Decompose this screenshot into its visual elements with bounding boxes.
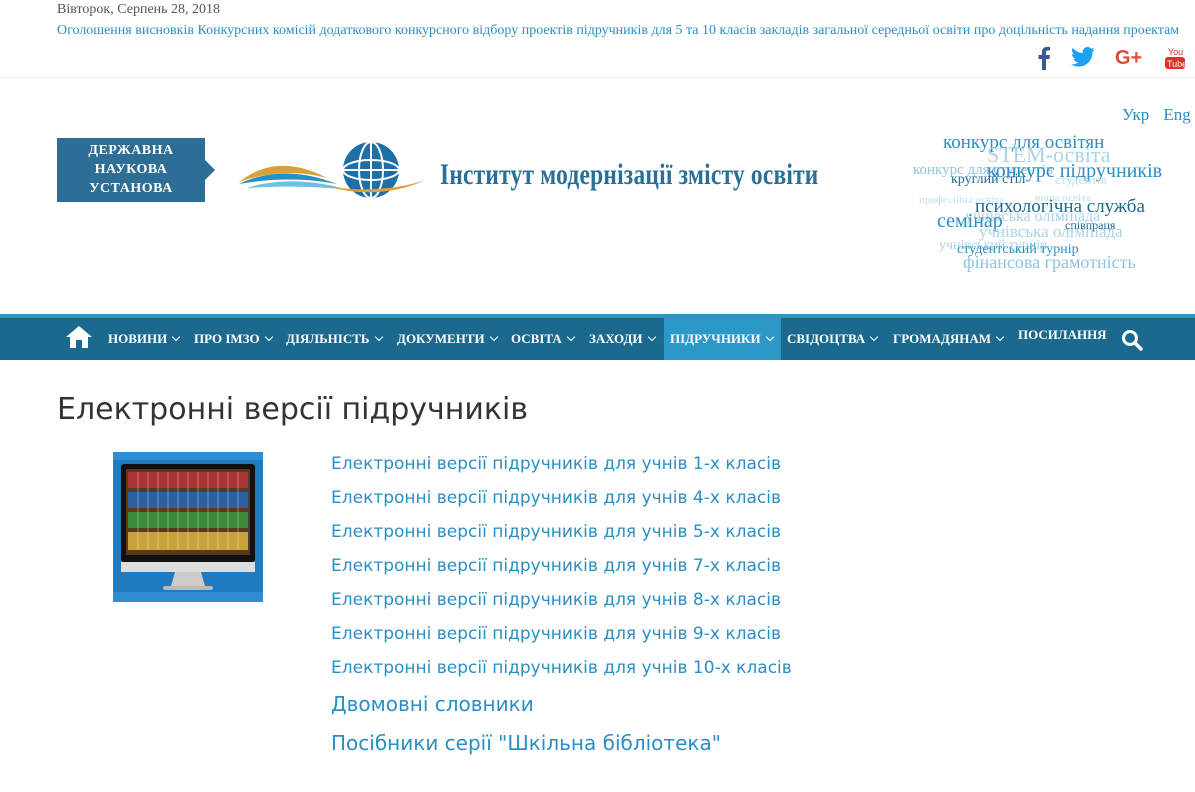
chevron-down-icon bbox=[171, 332, 181, 342]
tag-link[interactable]: круглий стіл bbox=[951, 172, 1025, 188]
site-title[interactable]: Інститут модернізації змісту освіти bbox=[440, 158, 819, 192]
twitter-icon[interactable] bbox=[1071, 46, 1095, 70]
search-icon[interactable] bbox=[1121, 329, 1143, 351]
link-school-library[interactable]: Посібники серії "Шкільна бібліотека" bbox=[331, 728, 792, 767]
institute-logo[interactable] bbox=[237, 140, 427, 200]
chevron-down-icon bbox=[869, 332, 879, 342]
chevron-down-icon bbox=[647, 332, 656, 342]
link-grade-5[interactable]: Електронні версії підручників для учнів … bbox=[331, 519, 792, 553]
textbook-links: Електронні версії підручників для учнів … bbox=[331, 451, 792, 767]
link-grade-1[interactable]: Електронні версії підручників для учнів … bbox=[331, 451, 792, 485]
nav-item-links[interactable]: ПОСИЛАННЯ bbox=[1012, 314, 1113, 356]
nav-item-events[interactable]: ЗАХОДИ bbox=[583, 318, 661, 360]
nav-item-education[interactable]: ОСВІТА bbox=[505, 318, 580, 360]
youtube-label-tube: Tube bbox=[1167, 59, 1185, 69]
language-switcher: Укр Eng bbox=[1122, 105, 1191, 125]
current-date: Вівторок, Серпень 28, 2018 bbox=[57, 2, 221, 17]
nav-item-news[interactable]: НОВИНИ bbox=[102, 318, 185, 360]
nav-item-textbooks[interactable]: ПІДРУЧНИКИ bbox=[664, 318, 781, 360]
state-institution-badge: ДЕРЖАВНА НАУКОВА УСТАНОВА bbox=[57, 138, 215, 202]
ebooks-thumbnail bbox=[113, 452, 263, 602]
youtube-label-you: You bbox=[1168, 47, 1183, 57]
youtube-icon[interactable]: You Tube bbox=[1165, 46, 1187, 70]
nav-item-citizens[interactable]: ГРОМАДЯНАМ bbox=[887, 318, 1009, 360]
link-grade-4[interactable]: Електронні версії підручників для учнів … bbox=[331, 485, 792, 519]
lang-eng[interactable]: Eng bbox=[1163, 105, 1190, 125]
main-navigation: НОВИНИ ПРО ІМЗО ДІЯЛЬНІСТЬ ДОКУМЕНТИ ОСВ… bbox=[0, 314, 1195, 360]
social-links: G+ You Tube bbox=[1037, 46, 1187, 70]
news-ticker[interactable]: Оголошення висновків Конкурсних комісій … bbox=[57, 23, 1187, 39]
nav-item-certificates[interactable]: СВІДОЦТВА bbox=[781, 318, 883, 360]
chevron-down-icon bbox=[264, 332, 273, 342]
nav-item-about[interactable]: ПРО ІМЗО bbox=[188, 318, 278, 360]
nav-item-documents[interactable]: ДОКУМЕНТИ bbox=[391, 318, 503, 360]
link-grade-9[interactable]: Електронні версії підручників для учнів … bbox=[331, 621, 792, 655]
page-title: Електронні версії підручників bbox=[57, 392, 529, 427]
chevron-down-icon bbox=[374, 332, 383, 342]
nav-item-activity[interactable]: ДІЯЛЬНІСТЬ bbox=[280, 318, 388, 360]
chevron-down-icon bbox=[765, 332, 774, 342]
home-icon[interactable] bbox=[66, 326, 92, 350]
chevron-down-icon bbox=[566, 332, 576, 342]
badge-line: УСТАНОВА bbox=[89, 181, 173, 196]
link-grade-10[interactable]: Електронні версії підручників для учнів … bbox=[331, 655, 792, 689]
google-plus-icon[interactable]: G+ bbox=[1115, 46, 1145, 70]
facebook-icon[interactable] bbox=[1037, 46, 1051, 70]
svg-text:G+: G+ bbox=[1115, 47, 1142, 68]
badge-line: НАУКОВА bbox=[94, 162, 168, 177]
top-bar: Вівторок, Серпень 28, 2018 Оголошення ви… bbox=[0, 0, 1195, 78]
badge-line: ДЕРЖАВНА bbox=[88, 143, 174, 158]
chevron-down-icon bbox=[489, 332, 498, 342]
link-grade-8[interactable]: Електронні версії підручників для учнів … bbox=[331, 587, 792, 621]
tag-link[interactable]: фінансова грамотність bbox=[963, 252, 1136, 273]
tag-link[interactable]: студентів bbox=[1055, 172, 1107, 188]
link-grade-7[interactable]: Електронні версії підручників для учнів … bbox=[331, 553, 792, 587]
chevron-down-icon bbox=[995, 332, 1005, 342]
lang-ukr[interactable]: Укр bbox=[1122, 105, 1149, 125]
tag-cloud: конкурс для освітян STEM-освіта конкурс … bbox=[905, 128, 1195, 288]
badge-arrow bbox=[205, 160, 215, 180]
link-bilingual-dictionaries[interactable]: Двомовні словники bbox=[331, 689, 792, 728]
